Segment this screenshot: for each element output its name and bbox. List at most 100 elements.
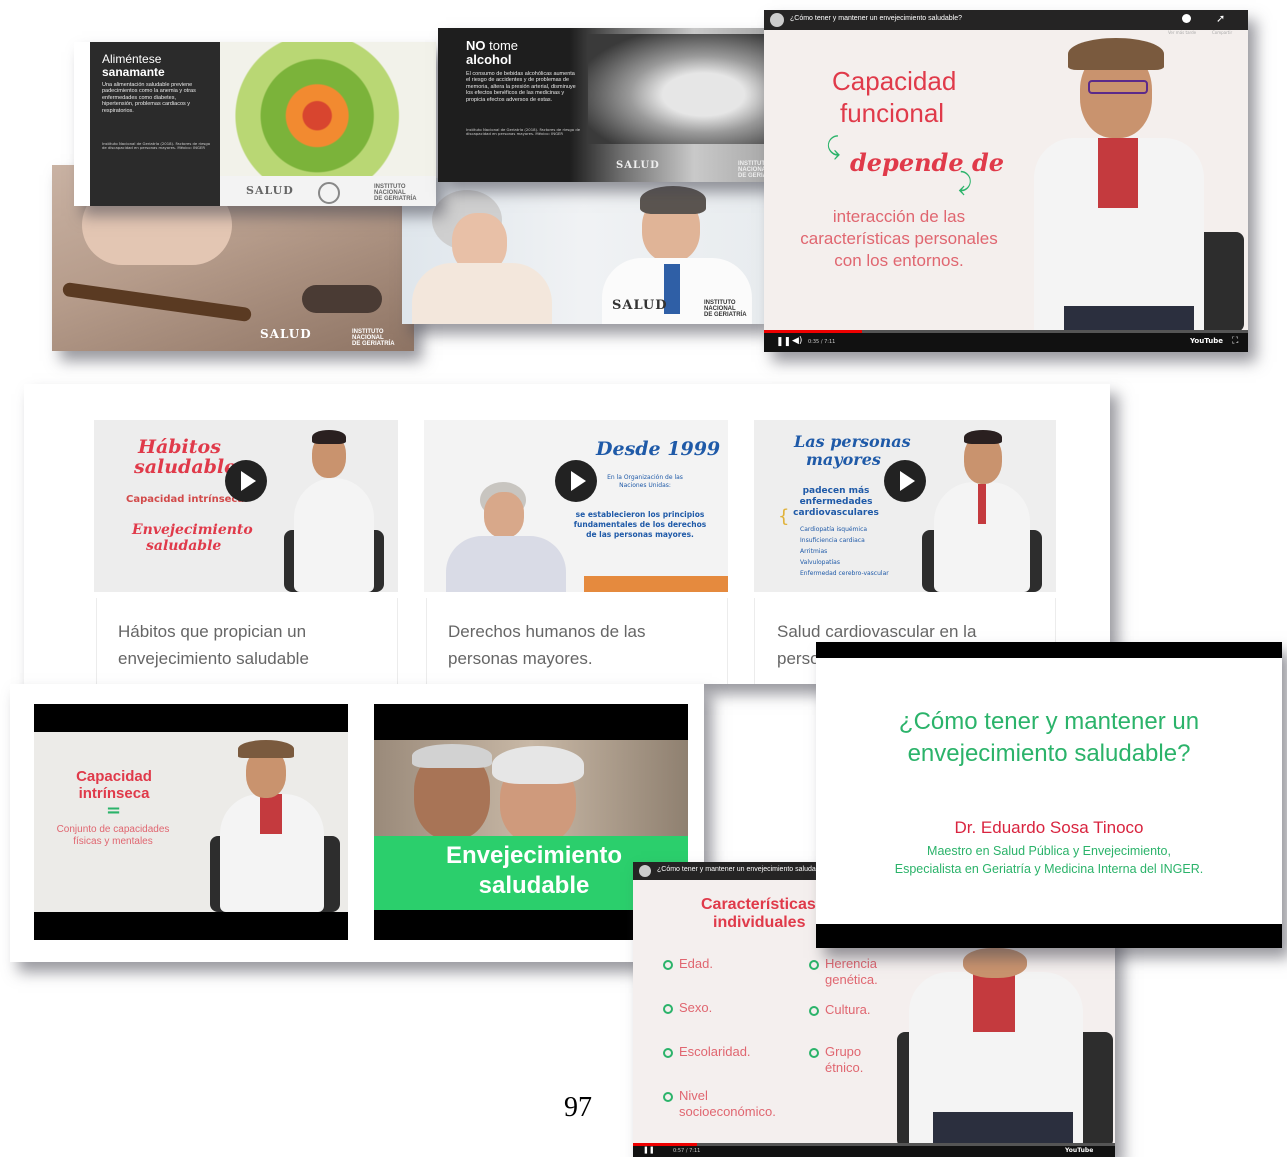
poster-title: NO tome: [466, 38, 519, 53]
list-item: Herencia genética.: [825, 956, 878, 987]
play-button[interactable]: [225, 460, 267, 502]
pause-icon[interactable]: ❚❚: [643, 1146, 655, 1154]
share-label[interactable]: Compartir: [1212, 30, 1232, 35]
presenter-shirt: [260, 794, 282, 834]
video-controls: [633, 1145, 1115, 1157]
thumb-small-text: En la Organización de las Naciones Unida…: [607, 474, 683, 489]
poster-healthy-eating: Aliméntese sanamante Una alimentación sa…: [74, 42, 436, 206]
video-caption[interactable]: Derechos humanos de las personas mayores…: [448, 618, 708, 672]
youtube-logo[interactable]: YouTube: [1190, 337, 1223, 345]
cane: [61, 281, 253, 323]
video-frame-content: Capacidad intrínseca = Conjunto de capac…: [34, 732, 348, 912]
pause-icon[interactable]: ❚❚: [776, 337, 791, 347]
video-title-card[interactable]: ¿Cómo tener y mantener un envejecimiento…: [816, 642, 1282, 948]
page-number: 97: [564, 1092, 592, 1123]
presenter-hair: [312, 430, 346, 444]
video-player-top[interactable]: ¿Cómo tener y mantener un envejecimiento…: [764, 10, 1248, 352]
elder-body: [446, 536, 566, 592]
title-card-line-1: Maestro en Salud Pública y Envejecimient…: [927, 844, 1171, 858]
channel-avatar[interactable]: [770, 13, 784, 27]
poster-title-bold: sanamante: [102, 65, 165, 79]
video-frame[interactable]: Capacidad intrínseca = Conjunto de capac…: [34, 704, 348, 940]
presenter-tie: [978, 484, 986, 524]
presenter-hat: [238, 740, 294, 758]
woman-hair: [492, 746, 584, 784]
salud-logo: SALUD: [246, 184, 294, 197]
youtube-logo[interactable]: YouTube: [1065, 1147, 1093, 1154]
thumb-blue-text: se establecieron los principios fundamen…: [573, 510, 707, 539]
thumb-label: Capacidad intrínseca: [126, 494, 245, 505]
list-item: Nivel socioeconómico.: [679, 1088, 776, 1119]
bullet-icon: [809, 960, 819, 970]
play-button[interactable]: [884, 460, 926, 502]
play-button[interactable]: [555, 460, 597, 502]
inger-logo: INSTITUTO NACIONAL DE GERIATRÍA: [374, 184, 417, 202]
progress-bar-track[interactable]: [697, 1143, 1115, 1146]
volume-icon[interactable]: ◀): [792, 336, 802, 346]
thumb-list-item: Valvulopatías: [800, 559, 840, 566]
list-item: Edad.: [679, 956, 713, 971]
bullet-icon: [809, 1048, 819, 1058]
thumb-list-item: Enfermedad cerebro-vascular: [800, 570, 889, 577]
presenter-pants: [1064, 306, 1194, 332]
slide-script: depende de: [850, 148, 1005, 177]
list-item: Sexo.: [679, 1000, 713, 1015]
inger-logo: INSTITUTO NACIONAL DE GERIATRÍA: [352, 329, 395, 347]
presenter-hat: [1068, 38, 1164, 70]
slide-heading-2: individuales: [713, 914, 806, 931]
presenter-shirt: [973, 972, 1015, 1032]
fullscreen-icon[interactable]: ⛶: [1232, 336, 1238, 346]
presenter-coat: [294, 478, 374, 592]
slide-heading-2: funcional: [840, 98, 945, 128]
channel-avatar[interactable]: [639, 865, 651, 877]
salud-logo: SALUD: [260, 327, 312, 341]
thumb-script-3: Envejecimiento: [132, 522, 253, 538]
thumb-script-1: Hábitos: [138, 436, 221, 458]
video-title[interactable]: ¿Cómo tener y mantener un envejecimiento…: [657, 866, 829, 873]
bullet-icon: [663, 1047, 673, 1058]
poster-source: Instituto Nacional de Geriatría (2018). …: [102, 141, 211, 151]
title-card-author: Dr. Eduardo Sosa Tinoco: [954, 818, 1144, 837]
man-hair: [412, 744, 492, 768]
slide-heading: Capacidad intrínseca: [76, 768, 152, 802]
thumb-list-item: Arritmias: [800, 548, 828, 555]
bracket-left-icon: ⤹: [826, 132, 841, 160]
title-card-question: ¿Cómo tener y mantener un envejecimiento…: [898, 708, 1200, 767]
video-caption[interactable]: Hábitos que propician un envejecimiento …: [118, 618, 378, 672]
video-controls: [764, 332, 1248, 352]
bullet-icon: [663, 1003, 673, 1014]
thumb-list-item: Insuficiencia cardiaca: [800, 537, 865, 544]
poster-title-2: alcohol: [466, 52, 512, 67]
video-thumbnail[interactable]: Hábitos saludables Capacidad intrínseca …: [94, 420, 398, 592]
mexico-seal-icon: [318, 182, 340, 204]
watch-later-label[interactable]: Ver más tarde: [1168, 30, 1196, 35]
shoe: [302, 285, 382, 313]
bullet-icon: [663, 1092, 673, 1102]
presenter-glasses: [1088, 80, 1148, 94]
doctor-patient-photo: SALUD INSTITUTO NACIONAL DE GERIATRÍA: [402, 178, 764, 324]
bullet-icon: [809, 1005, 819, 1016]
thumb-script-4: saludable: [146, 538, 222, 554]
video-thumbnail[interactable]: Desde 1999 En la Organización de las Nac…: [424, 420, 728, 592]
time-display: 0:35 / 7:11: [808, 339, 836, 345]
video-title[interactable]: ¿Cómo tener y mantener un envejecimiento…: [790, 15, 962, 22]
progress-bar-fill: [764, 330, 862, 333]
elder-face: [484, 492, 524, 538]
time-display: 0:57 / 7:11: [673, 1148, 701, 1154]
poster-body: Una alimentación saludable previene pade…: [102, 82, 196, 114]
video-thumbnail[interactable]: Las personas mayores padecen más enferme…: [754, 420, 1056, 592]
thumb-list-item: Cardiopatía isquémica: [800, 526, 868, 533]
list-right: Herencia genética. Cultura. Grupo étnico…: [809, 956, 899, 1076]
title-card-line-2: Especialista en Geriatría y Medicina Int…: [894, 862, 1204, 876]
inger-logo: INSTITUTO NACIONAL DE GERIATRÍA: [704, 300, 747, 318]
bracket-right-icon: ⤸: [958, 168, 973, 196]
bullet-icon: [663, 959, 673, 970]
presenter-hair: [964, 430, 1002, 444]
presenter-shirt: [1098, 138, 1138, 208]
presenter-head: [963, 948, 1027, 978]
salud-logo: SALUD: [612, 298, 668, 313]
clock-icon[interactable]: [1182, 14, 1191, 23]
share-icon[interactable]: ➚: [1216, 12, 1225, 25]
list-item: Escolaridad.: [679, 1044, 751, 1059]
patient-body: [412, 263, 552, 324]
